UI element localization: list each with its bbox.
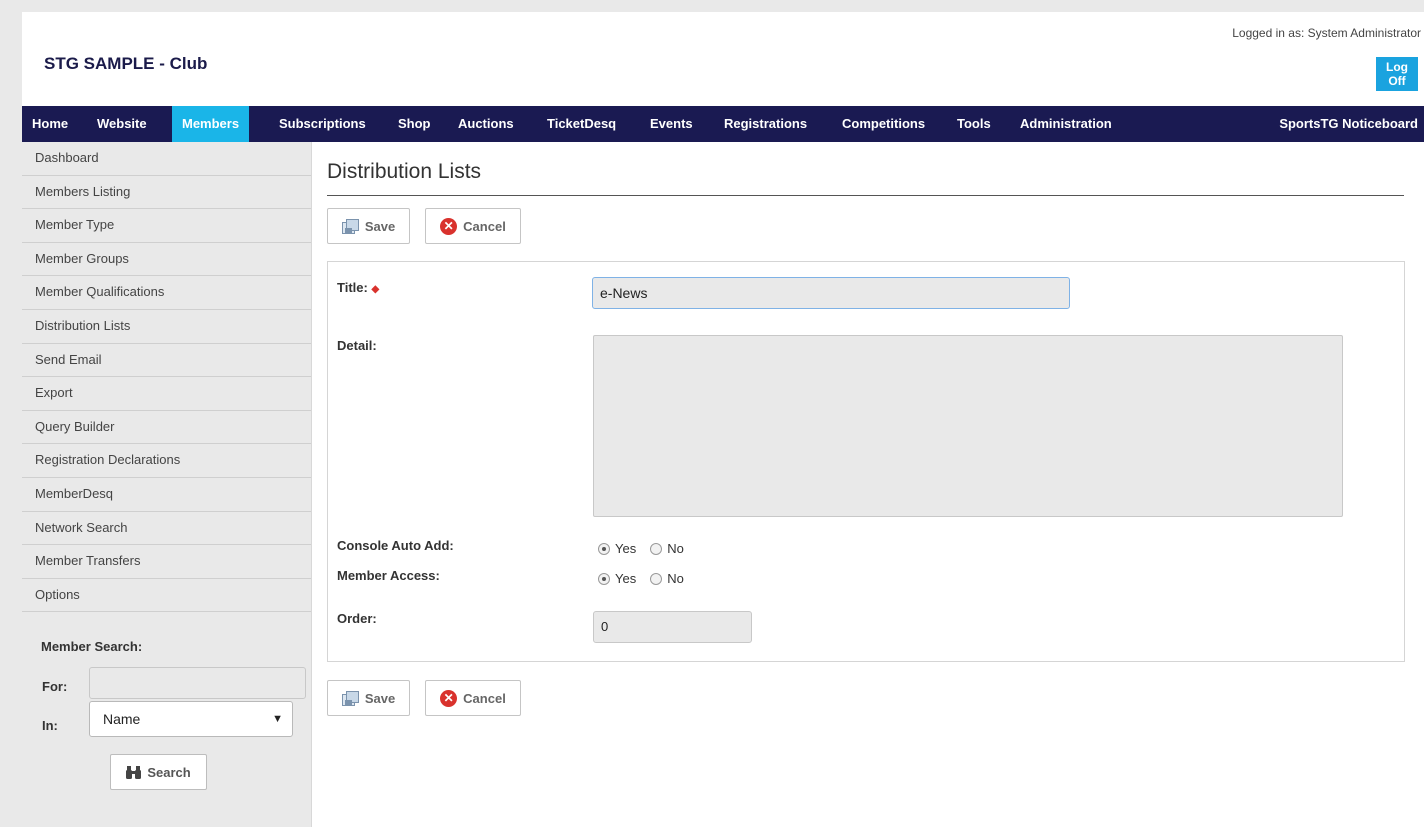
cancel-label: Cancel	[463, 218, 506, 234]
sidebar-item-memberdesq[interactable]: MemberDesq	[22, 478, 311, 512]
nav-administration[interactable]: Administration	[1020, 106, 1112, 142]
save-icon	[341, 690, 359, 706]
nav-registrations[interactable]: Registrations	[724, 106, 807, 142]
sidebar-item-distribution-lists[interactable]: Distribution Lists	[22, 310, 311, 344]
save-label: Save	[364, 218, 396, 234]
sidebar-item-query-builder[interactable]: Query Builder	[22, 411, 311, 445]
nav-ticketdesq[interactable]: TicketDesq	[547, 106, 616, 142]
search-for-input[interactable]	[89, 667, 306, 699]
order-label: Order:	[337, 611, 377, 626]
sidebar-item-member-type[interactable]: Member Type	[22, 209, 311, 243]
login-status: Logged in as: System Administrator	[1232, 26, 1421, 40]
title-divider	[327, 195, 1404, 196]
required-icon: ◆	[371, 284, 380, 295]
title-field-label: Title: ◆	[337, 280, 379, 295]
sidebar-item-member-transfers[interactable]: Member Transfers	[22, 545, 311, 579]
sidebar-item-member-groups[interactable]: Member Groups	[22, 243, 311, 277]
sidebar-item-registration-declarations[interactable]: Registration Declarations	[22, 444, 311, 478]
binoculars-icon	[126, 765, 142, 779]
member-access-yes-radio[interactable]	[598, 572, 610, 585]
nav-members[interactable]: Members	[172, 106, 250, 142]
cancel-button-top[interactable]: ✕ Cancel	[425, 208, 521, 244]
save-button-bottom[interactable]: Save	[327, 680, 410, 716]
title-label-text: Title:	[337, 280, 368, 295]
nav-auctions[interactable]: Auctions	[458, 106, 514, 142]
order-input[interactable]: 0	[593, 611, 752, 643]
page-title: Distribution Lists	[327, 160, 482, 183]
header: STG SAMPLE - Club Logged in as: System A…	[22, 12, 1424, 106]
search-for-label: For:	[42, 679, 68, 694]
console-auto-add-no-radio[interactable]	[650, 542, 663, 555]
club-name: STG SAMPLE - Club	[44, 54, 208, 73]
save-icon	[341, 218, 359, 234]
search-button-label: Search	[147, 764, 191, 780]
console-auto-add-yes-label: Yes	[615, 541, 637, 556]
console-auto-add-yes-radio[interactable]	[598, 542, 610, 555]
cancel-label: Cancel	[463, 690, 506, 706]
member-access-radios: Yes No	[598, 571, 684, 586]
caret-down-icon: ▼	[272, 713, 283, 725]
nav-home[interactable]: Home	[32, 106, 68, 142]
search-in-select[interactable]: Name ▼	[89, 701, 293, 737]
member-search-heading: Member Search:	[41, 639, 143, 654]
sidebar-item-network-search[interactable]: Network Search	[22, 512, 311, 546]
search-in-label: In:	[42, 718, 58, 733]
member-access-no-label: No	[667, 571, 684, 586]
sidebar-item-send-email[interactable]: Send Email	[22, 344, 311, 378]
main-nav: Home Website Members Subscriptions Shop …	[22, 106, 1424, 142]
sidebar-item-member-qualifications[interactable]: Member Qualifications	[22, 276, 311, 310]
nav-events[interactable]: Events	[650, 106, 693, 142]
save-button-top[interactable]: Save	[327, 208, 410, 244]
console-auto-add-no-label: No	[667, 541, 684, 556]
console-auto-add-label: Console Auto Add:	[337, 538, 454, 553]
nav-subscriptions[interactable]: Subscriptions	[279, 106, 366, 142]
member-access-label: Member Access:	[337, 568, 440, 583]
nav-competitions[interactable]: Competitions	[842, 106, 925, 142]
member-access-no-radio[interactable]	[650, 572, 663, 585]
sidebar-item-export[interactable]: Export	[22, 377, 311, 411]
search-button[interactable]: Search	[110, 754, 207, 790]
sidebar-item-options[interactable]: Options	[22, 579, 311, 613]
detail-textarea[interactable]	[593, 335, 1343, 517]
cancel-icon: ✕	[440, 217, 458, 235]
search-in-selected-value: Name	[103, 711, 141, 727]
member-access-yes-label: Yes	[615, 571, 637, 586]
detail-field-label: Detail:	[337, 338, 377, 353]
sidebar: Dashboard Members Listing Member Type Me…	[22, 142, 312, 827]
log-off-button[interactable]: Log Off	[1376, 57, 1418, 91]
nav-sportstg-noticeboard[interactable]: SportsTG Noticeboard	[1279, 106, 1418, 142]
sidebar-item-members-listing[interactable]: Members Listing	[22, 176, 311, 210]
app-frame: STG SAMPLE - Club Logged in as: System A…	[22, 12, 1424, 827]
save-label: Save	[364, 690, 396, 706]
title-input[interactable]: e-News	[592, 277, 1070, 309]
nav-shop[interactable]: Shop	[398, 106, 431, 142]
title-input-value: e-News	[600, 285, 648, 301]
sidebar-item-dashboard[interactable]: Dashboard	[22, 142, 311, 176]
cancel-button-bottom[interactable]: ✕ Cancel	[425, 680, 521, 716]
nav-tools[interactable]: Tools	[957, 106, 991, 142]
console-auto-add-radios: Yes No	[598, 541, 684, 556]
nav-website[interactable]: Website	[97, 106, 147, 142]
distribution-list-form: Title: ◆ e-News Detail: Console Auto Add…	[327, 261, 1405, 662]
cancel-icon: ✕	[440, 689, 458, 707]
